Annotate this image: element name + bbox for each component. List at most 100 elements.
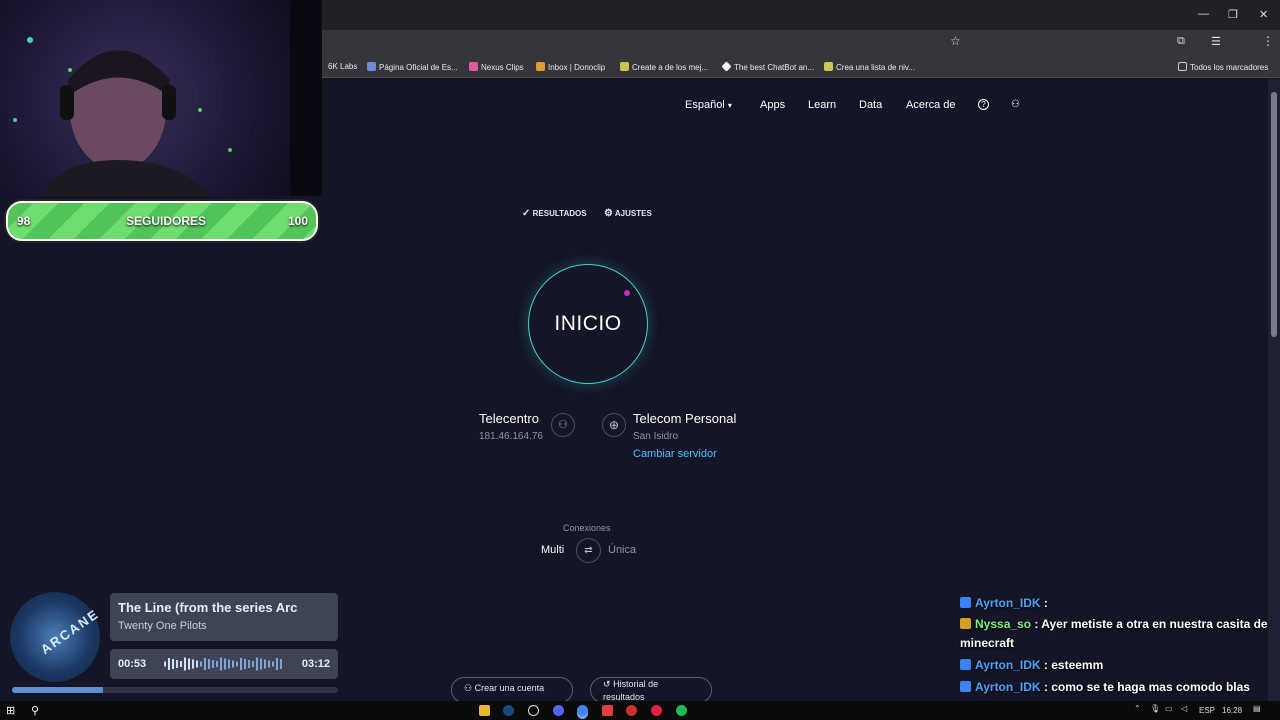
- app-icon[interactable]: [651, 705, 662, 716]
- user-icon[interactable]: ⚇: [1011, 99, 1020, 110]
- follower-goal-label: SEGUIDORES: [126, 214, 207, 228]
- results-history-button[interactable]: ↺ Historial de resultados: [590, 677, 712, 703]
- chat-message: Ayrton_IDK : esteemm: [960, 656, 1275, 675]
- follower-goal-target: 100: [287, 214, 308, 228]
- tab-results[interactable]: ✓ RESULTADOS: [522, 208, 587, 219]
- bookmark-label: Página Oficial de Es...: [379, 63, 458, 72]
- brave-icon[interactable]: [602, 705, 613, 716]
- tab-results-label: RESULTADOS: [532, 209, 587, 218]
- bookmark-item[interactable]: 6K Labs: [328, 62, 357, 71]
- album-cover-image: ARCANE: [10, 592, 102, 682]
- extensions-puzzle-icon[interactable]: ⧉: [1177, 35, 1185, 48]
- chat-separator: :: [1031, 617, 1042, 631]
- chrome-icon[interactable]: [577, 705, 588, 716]
- steam-icon[interactable]: [503, 705, 514, 716]
- waveform-bar: [276, 658, 278, 670]
- network-icon[interactable]: ▭: [1165, 704, 1173, 713]
- isp-name: Telecentro: [479, 411, 539, 426]
- song-artist: Twenty One Pilots: [118, 620, 207, 632]
- help-icon[interactable]: ?: [978, 99, 989, 110]
- nav-learn[interactable]: Learn: [808, 99, 836, 111]
- close-button[interactable]: ✕: [1259, 8, 1268, 21]
- start-test-button[interactable]: INICIO: [528, 264, 648, 384]
- volume-icon[interactable]: ◁: [1181, 704, 1187, 713]
- waveform-bar: [176, 660, 178, 668]
- chat-badge-icon: [960, 618, 971, 629]
- waveform-bar: [228, 659, 230, 669]
- app-icon[interactable]: [528, 705, 539, 716]
- bookmark-item[interactable]: Create a de los mej...: [620, 62, 708, 72]
- waveform-bar: [216, 661, 218, 667]
- bookmark-item[interactable]: Nexus Clips: [469, 62, 524, 72]
- history-icon: ↺: [603, 679, 611, 689]
- tab-settings[interactable]: ⚙ AJUSTES: [604, 208, 652, 219]
- check-circle-icon: ✓: [522, 208, 531, 219]
- all-bookmarks-folder[interactable]: Todos los marcadores: [1178, 62, 1268, 72]
- language-label: Español: [685, 99, 725, 111]
- nav-about[interactable]: Acerca de: [906, 99, 956, 111]
- windows-start-icon[interactable]: ⊞: [6, 704, 15, 717]
- chat-username: Ayrton_IDK: [975, 680, 1041, 694]
- chat-separator: :: [1040, 680, 1052, 694]
- language-selector[interactable]: Español ▾: [685, 99, 732, 111]
- bookmark-label: 6K Labs: [328, 62, 358, 71]
- waveform-bar: [224, 658, 226, 670]
- gear-icon: ⚙: [604, 208, 613, 219]
- bookmarks-bar: 6K Labs Página Oficial de Es... Nexus Cl…: [322, 56, 1280, 78]
- song-progress-fill: [12, 687, 104, 693]
- chat-username: Ayrton_IDK: [975, 596, 1041, 610]
- bookmark-item[interactable]: The best ChatBot an...: [721, 61, 815, 72]
- browser-toolbar: ☆ ⧉ ☰ ⋮: [322, 30, 1280, 78]
- create-account-button[interactable]: ⚇ Crear una cuenta: [451, 677, 573, 703]
- waveform-bar: [252, 661, 254, 667]
- scrollbar-thumb[interactable]: [1271, 92, 1277, 337]
- menu-kebab-icon[interactable]: ⋮: [1262, 34, 1274, 48]
- reading-list-icon[interactable]: ☰: [1211, 35, 1221, 48]
- waveform-bar: [184, 657, 186, 671]
- minimize-button[interactable]: —: [1198, 8, 1209, 20]
- spotify-icon[interactable]: [676, 705, 687, 716]
- chevron-up-icon[interactable]: ⌃: [1134, 704, 1141, 713]
- chat-separator: :: [1040, 658, 1052, 672]
- nav-data[interactable]: Data: [859, 99, 882, 111]
- search-icon[interactable]: ⚲: [31, 704, 39, 717]
- add-user-icon: ⚇: [464, 683, 473, 693]
- language-indicator[interactable]: ESP: [1199, 706, 1215, 715]
- waveform-bar: [180, 661, 182, 667]
- bookmark-item[interactable]: Página Oficial de Es...: [367, 62, 458, 72]
- all-bookmarks-label: Todos los marcadores: [1190, 63, 1269, 72]
- notifications-icon[interactable]: ▤: [1253, 704, 1261, 713]
- bookmark-label: Crea una lista de niv...: [836, 63, 916, 72]
- change-server-link[interactable]: Cambiar servidor: [633, 448, 717, 460]
- browser-tab-strip: — ❐ ✕: [322, 0, 1280, 30]
- bookmark-item[interactable]: Inbox | Donoclip: [536, 62, 605, 72]
- media-player-icon[interactable]: [626, 705, 637, 716]
- chat-message: Ayrton_IDK : como se te haga mas comodo …: [960, 678, 1275, 697]
- clock[interactable]: 16:28: [1222, 706, 1242, 715]
- waveform-bar: [192, 659, 194, 669]
- waveform-bar: [188, 658, 190, 670]
- song-title: The Line (from the series Arc: [118, 600, 298, 615]
- bookmark-star-icon[interactable]: ☆: [950, 34, 961, 48]
- chat-separator: :: [1040, 596, 1048, 610]
- chat-text: como se te haga mas comodo blas: [1051, 680, 1250, 694]
- file-explorer-icon[interactable]: [479, 705, 490, 716]
- connections-multi[interactable]: Multi: [541, 544, 564, 556]
- restore-button[interactable]: ❐: [1228, 8, 1238, 21]
- waveform-bar: [268, 660, 270, 668]
- audio-waveform: [164, 657, 282, 671]
- connections-single[interactable]: Única: [608, 544, 636, 556]
- chat-badge-icon: [960, 681, 971, 692]
- nav-apps[interactable]: Apps: [760, 99, 785, 111]
- webcam-feed: [0, 0, 322, 196]
- microphone-icon[interactable]: 🎙: [1150, 704, 1160, 713]
- discord-icon[interactable]: [553, 705, 564, 716]
- waveform-bar: [280, 659, 282, 669]
- waveform-bar: [204, 658, 206, 670]
- connections-toggle-icon[interactable]: ⇄: [576, 538, 601, 563]
- bookmark-label: Create a de los mej...: [632, 63, 709, 72]
- results-history-label: Historial de resultados: [603, 679, 659, 702]
- bookmark-label: The best ChatBot an...: [734, 63, 815, 72]
- chevron-down-icon: ▾: [727, 101, 732, 110]
- bookmark-item[interactable]: Crea una lista de niv...: [824, 62, 915, 72]
